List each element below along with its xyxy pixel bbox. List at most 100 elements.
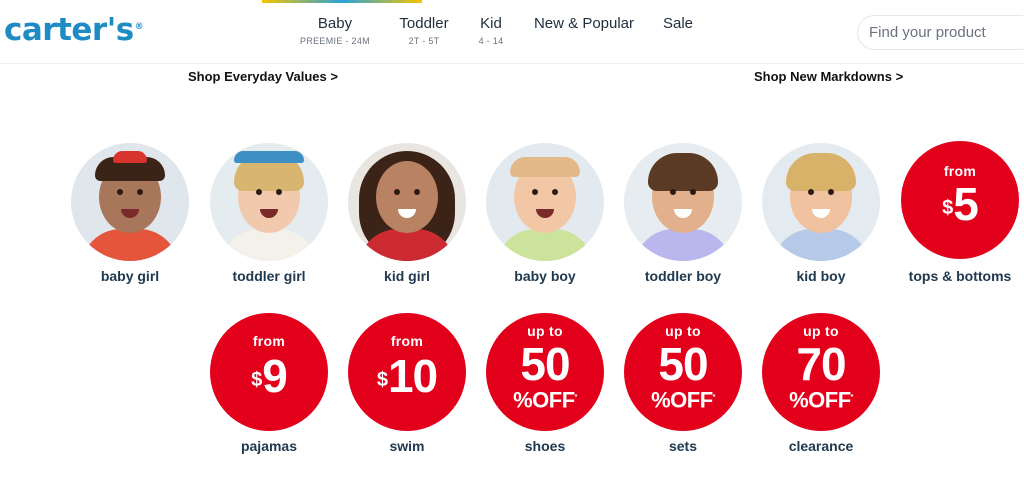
offer-sets[interactable]: up to 50 %OFF* sets — [624, 313, 742, 454]
category-kid-girl[interactable]: kid girl — [348, 143, 466, 284]
category-toddler-boy[interactable]: toddler boy — [624, 143, 742, 284]
offer-badge: from $5 — [901, 141, 1019, 259]
eye-right — [137, 189, 143, 195]
header-accent-bar — [262, 0, 422, 3]
offer-clearance[interactable]: up to 70 %OFF* clearance — [762, 313, 880, 454]
offer-asterisk: * — [850, 394, 854, 401]
offer-asterisk: * — [574, 394, 578, 401]
nav-toddler-sub: 2T - 5T — [408, 36, 440, 46]
offer-label: shoes — [524, 438, 566, 454]
toddler-boy-photo — [624, 143, 742, 261]
offer-label: swim — [389, 438, 425, 454]
category-label: kid girl — [384, 268, 430, 284]
shop-everyday-values-link[interactable]: Shop Everyday Values > — [188, 69, 338, 84]
category-label: toddler girl — [232, 268, 306, 284]
eye-right — [414, 189, 420, 195]
kid-boy-photo — [762, 143, 880, 261]
hair-shape — [786, 153, 856, 191]
offer-prefix: from — [252, 333, 286, 349]
offer-prefix: up to — [803, 323, 839, 339]
eye-right — [552, 189, 558, 195]
eye-right — [690, 189, 696, 195]
carters-logo[interactable]: carter's® — [4, 12, 144, 48]
toddler-girl-photo — [210, 143, 328, 261]
category-toddler-girl[interactable]: toddler girl — [210, 143, 328, 284]
nav-toddler-label: Toddler — [399, 15, 449, 32]
face-shape — [376, 161, 438, 233]
offer-badge: up to 70 %OFF* — [762, 313, 880, 431]
offer-pajamas[interactable]: from $9 pajamas — [210, 313, 328, 454]
offer-amount: $9 — [210, 353, 328, 399]
offer-label: pajamas — [240, 438, 298, 454]
offer-currency: $ — [376, 369, 388, 391]
shirt-shape — [81, 229, 179, 261]
offer-badge: up to 50 %OFF* — [486, 313, 604, 431]
shirt-shape — [772, 229, 870, 261]
shirt-shape — [634, 229, 732, 261]
baby-boy-photo — [486, 143, 604, 261]
offer-amount-value: 9 — [262, 350, 288, 402]
nav-baby-sub: PREEMIE - 24M — [300, 36, 370, 46]
category-baby-boy[interactable]: baby boy — [486, 143, 604, 284]
logo-registered-mark: ® — [134, 21, 144, 32]
search-box — [857, 15, 1024, 50]
offer-swim[interactable]: from $10 swim — [348, 313, 466, 454]
offer-amount-value: 5 — [953, 178, 979, 230]
offer-badge: from $10 — [348, 313, 466, 431]
nav-kid-label: Kid — [480, 15, 502, 32]
eye-left — [256, 189, 262, 195]
nav-kid-sub: 4 - 14 — [478, 36, 504, 46]
offer-badge: up to 50 %OFF* — [624, 313, 742, 431]
nav-sale[interactable]: Sale — [659, 15, 697, 32]
offer-suffix-text: %OFF — [651, 387, 713, 413]
offer-amount: 70 — [796, 338, 846, 390]
offer-prefix: from — [943, 163, 977, 179]
category-label: baby boy — [514, 268, 576, 284]
baby-girl-photo — [71, 143, 189, 261]
offer-amount: $10 — [348, 353, 466, 399]
category-label: baby girl — [100, 268, 160, 284]
kid-girl-photo — [348, 143, 466, 261]
nav-baby[interactable]: Baby PREEMIE - 24M — [300, 15, 370, 46]
nav-new-popular-label: New & Popular — [533, 15, 635, 32]
nav-sale-label: Sale — [662, 15, 694, 32]
shirt-shape — [220, 229, 318, 261]
offer-amount-value: 10 — [387, 350, 438, 402]
category-label: toddler boy — [644, 268, 722, 284]
eye-left — [532, 189, 538, 195]
offer-amount: 50 — [658, 338, 708, 390]
nav-new-popular[interactable]: New & Popular — [530, 15, 638, 32]
offer-label: clearance — [788, 438, 854, 454]
offer-prefix: from — [390, 333, 424, 349]
nav-baby-label: Baby — [317, 15, 353, 32]
offer-amount: 50 — [520, 338, 570, 390]
shirt-shape — [496, 229, 594, 261]
offer-suffix-text: %OFF — [513, 387, 575, 413]
nav-toddler[interactable]: Toddler 2T - 5T — [393, 15, 455, 46]
search-input[interactable] — [858, 16, 1024, 49]
eye-left — [808, 189, 814, 195]
offer-currency: $ — [942, 197, 953, 219]
offer-suffix: %OFF* — [762, 387, 880, 411]
offer-tops-bottoms[interactable]: from $5 tops & bottoms — [901, 141, 1019, 284]
offer-shoes[interactable]: up to 50 %OFF* shoes — [486, 313, 604, 454]
category-baby-girl[interactable]: baby girl — [71, 143, 189, 284]
offer-suffix-text: %OFF — [789, 387, 851, 413]
eye-right — [276, 189, 282, 195]
headband-shape — [113, 151, 147, 163]
offer-suffix: %OFF* — [624, 387, 742, 411]
logo-text: carter's — [4, 12, 134, 48]
nav-kid[interactable]: Kid 4 - 14 — [474, 15, 508, 46]
category-label: kid boy — [796, 268, 846, 284]
offer-suffix: %OFF* — [486, 387, 604, 411]
offer-badge: from $9 — [210, 313, 328, 431]
eye-right — [828, 189, 834, 195]
category-kid-boy[interactable]: kid boy — [762, 143, 880, 284]
offer-label: sets — [668, 438, 698, 454]
offer-currency: $ — [251, 369, 262, 391]
eye-left — [670, 189, 676, 195]
shop-new-markdowns-link[interactable]: Shop New Markdowns > — [754, 69, 903, 84]
offer-prefix: up to — [527, 323, 563, 339]
hair-shape — [648, 153, 718, 191]
site-header: carter's® Baby PREEMIE - 24M Toddler 2T … — [0, 0, 1024, 64]
